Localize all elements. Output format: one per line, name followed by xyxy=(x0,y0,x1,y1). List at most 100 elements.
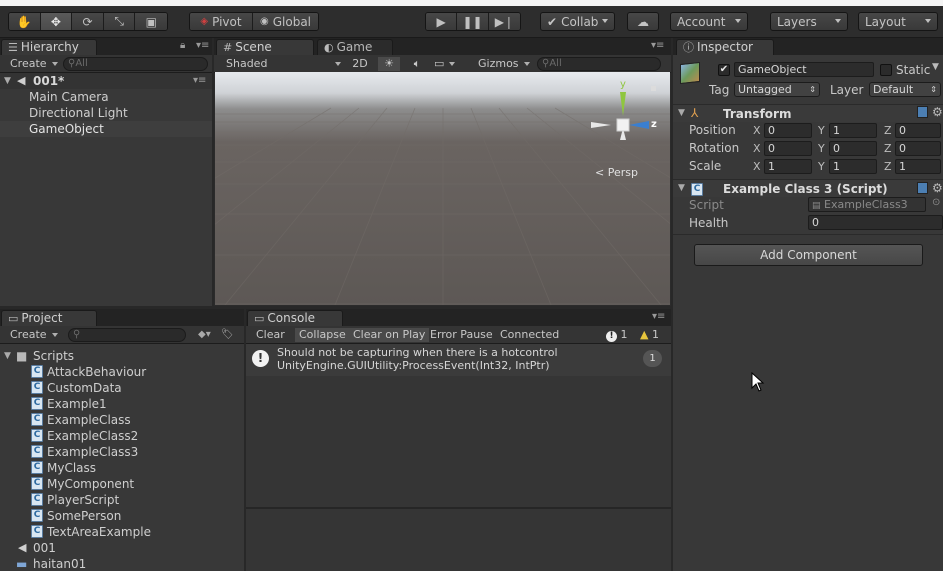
add-component-button[interactable]: Add Component xyxy=(694,244,923,266)
transform-x-input[interactable]: 0 xyxy=(764,123,812,138)
tab-console[interactable]: ▭ Console xyxy=(247,310,343,326)
project-scene-asset[interactable]: ◀ 001 xyxy=(0,540,244,556)
warning-filter-toggle[interactable]: ▲ 1 xyxy=(636,328,663,342)
console-details-divider[interactable] xyxy=(246,507,671,509)
panel-menu-icon[interactable]: ▾≡ xyxy=(651,40,664,51)
tab-game[interactable]: ◐ Game xyxy=(317,39,393,55)
play-button[interactable]: ▶ xyxy=(426,13,458,30)
hierarchy-create-dropdown[interactable]: Create xyxy=(10,57,58,71)
shading-mode-dropdown[interactable]: Shaded xyxy=(226,57,341,71)
tab-project[interactable]: ▭ Project xyxy=(1,310,97,326)
project-script-item[interactable]: C Example1 xyxy=(0,396,244,412)
hierarchy-item-main-camera[interactable]: Main Camera xyxy=(0,89,212,105)
transform-z-input[interactable]: 0 xyxy=(895,123,941,138)
hierarchy-item-gameobject[interactable]: GameObject xyxy=(0,121,212,137)
lock-icon[interactable]: 🔒︎ xyxy=(180,40,185,51)
project-script-item[interactable]: C AttackBehaviour xyxy=(0,364,244,380)
project-script-item[interactable]: C ExampleClass3 xyxy=(0,444,244,460)
lighting-toggle[interactable]: ☀ xyxy=(378,57,400,71)
project-create-dropdown[interactable]: Create xyxy=(10,328,58,342)
clear-button[interactable]: Clear xyxy=(252,328,289,342)
transform-header[interactable]: ▼ ⅄ Transform ⚙ xyxy=(673,104,943,122)
layer-dropdown[interactable]: Default ⇕ xyxy=(869,82,941,97)
project-script-item[interactable]: C SomePerson xyxy=(0,508,244,524)
transform-z-input[interactable]: 0 xyxy=(895,141,941,156)
help-book-icon[interactable] xyxy=(917,182,928,194)
rotate-tool-button[interactable]: ⟳ xyxy=(72,13,104,30)
static-dropdown-icon[interactable]: ▼ xyxy=(932,62,939,72)
hierarchy-item-directional-light[interactable]: Directional Light xyxy=(0,105,212,121)
gameobject-name-input[interactable]: GameObject xyxy=(734,62,874,77)
project-script-item[interactable]: C PlayerScript xyxy=(0,492,244,508)
cloud-button[interactable]: ☁ xyxy=(627,12,659,31)
rect-tool-button[interactable]: ▣ xyxy=(135,13,167,30)
axis-z-label[interactable]: Z xyxy=(884,160,892,173)
tab-hierarchy[interactable]: ☰ Hierarchy xyxy=(1,39,97,55)
hand-tool-button[interactable]: ✋ xyxy=(9,13,41,30)
effects-dropdown[interactable]: ▭ xyxy=(434,57,464,71)
pause-button[interactable]: ❚❚ xyxy=(457,13,489,30)
axis-x-label[interactable]: X xyxy=(753,142,761,155)
axis-x-label[interactable]: X xyxy=(753,160,761,173)
tab-scene[interactable]: # Scene xyxy=(216,39,314,55)
axis-y-label[interactable]: Y xyxy=(818,160,825,173)
filter-type-icon[interactable]: ◆▾ xyxy=(198,329,211,340)
transform-x-input[interactable]: 1 xyxy=(764,159,812,174)
2d-toggle[interactable]: 2D xyxy=(350,57,370,71)
move-tool-button[interactable]: ✥ xyxy=(40,13,73,30)
transform-y-input[interactable]: 0 xyxy=(829,141,877,156)
scene-menu-icon[interactable]: ▾≡ xyxy=(193,73,206,89)
account-dropdown[interactable]: Account xyxy=(670,12,748,31)
project-search-input[interactable]: ⚲ xyxy=(68,328,186,342)
axis-z-label[interactable]: Z xyxy=(884,124,892,137)
info-filter-toggle[interactable]: ! 1 xyxy=(602,328,632,342)
scene-viewport[interactable]: y z < Persp xyxy=(215,72,670,305)
filter-label-icon[interactable]: 🏷︎ xyxy=(221,329,234,340)
connected-player-dropdown[interactable]: Connected Playe xyxy=(496,328,594,342)
step-button[interactable]: ▶❘ xyxy=(488,13,520,30)
transform-z-input[interactable]: 1 xyxy=(895,159,941,174)
clear-on-play-button[interactable]: Clear on Play xyxy=(349,328,430,342)
project-folder-haitan01[interactable]: ▬ haitan01 xyxy=(0,556,244,571)
axis-x-label[interactable]: X xyxy=(753,124,761,137)
axis-z-label[interactable]: Z xyxy=(884,142,892,155)
global-button[interactable]: ◉ Global xyxy=(253,13,318,30)
hierarchy-search-input[interactable]: ⚲All xyxy=(63,57,208,71)
layout-dropdown[interactable]: Layout xyxy=(858,12,938,31)
static-checkbox[interactable] xyxy=(880,64,892,76)
projection-toggle[interactable]: < Persp xyxy=(595,166,638,179)
audio-toggle[interactable]: 🔈︎ xyxy=(406,57,428,71)
console-entry[interactable]: ! Should not be capturing when there is … xyxy=(246,344,671,376)
project-script-item[interactable]: C TextAreaExample xyxy=(0,524,244,540)
axis-y-label[interactable]: Y xyxy=(818,124,825,137)
orientation-gizmo[interactable]: y z xyxy=(587,78,657,162)
axis-y-label[interactable]: Y xyxy=(818,142,825,155)
layers-dropdown[interactable]: Layers xyxy=(770,12,848,31)
transform-x-input[interactable]: 0 xyxy=(764,141,812,156)
project-script-item[interactable]: C ExampleClass2 xyxy=(0,428,244,444)
project-script-item[interactable]: C MyComponent xyxy=(0,476,244,492)
collapse-button[interactable]: Collapse xyxy=(295,328,350,342)
gear-icon[interactable]: ⚙ xyxy=(932,181,943,195)
gear-icon[interactable]: ⚙ xyxy=(932,105,943,119)
error-pause-button[interactable]: Error Pause xyxy=(426,328,497,342)
tag-dropdown[interactable]: Untagged ⇕ xyxy=(734,82,820,97)
transform-y-input[interactable]: 1 xyxy=(829,123,877,138)
transform-y-input[interactable]: 1 xyxy=(829,159,877,174)
project-folder-scripts[interactable]: ▼ ■ Scripts xyxy=(0,348,244,364)
help-book-icon[interactable] xyxy=(917,106,928,118)
collab-dropdown[interactable]: ✔ Collab xyxy=(540,12,615,31)
panel-menu-icon[interactable]: ▾≡ xyxy=(652,311,665,322)
gizmos-dropdown[interactable]: Gizmos xyxy=(478,57,533,71)
pivot-button[interactable]: ◈ Pivot xyxy=(190,13,254,30)
tab-inspector[interactable]: ⓘ Inspector xyxy=(676,39,774,55)
health-input[interactable]: 0 xyxy=(808,215,943,230)
panel-menu-icon[interactable]: ▾≡ xyxy=(196,40,209,51)
scene-root-row[interactable]: ▼ ◀ 001* ▾≡ xyxy=(0,73,212,89)
project-script-item[interactable]: C MyClass xyxy=(0,460,244,476)
script-component-header[interactable]: ▼ C Example Class 3 (Script) ⚙ xyxy=(673,179,943,197)
project-script-item[interactable]: C ExampleClass xyxy=(0,412,244,428)
project-script-item[interactable]: C CustomData xyxy=(0,380,244,396)
scale-tool-button[interactable]: ⤡ xyxy=(103,13,136,30)
scene-search-input[interactable]: ⚲All xyxy=(537,57,661,71)
